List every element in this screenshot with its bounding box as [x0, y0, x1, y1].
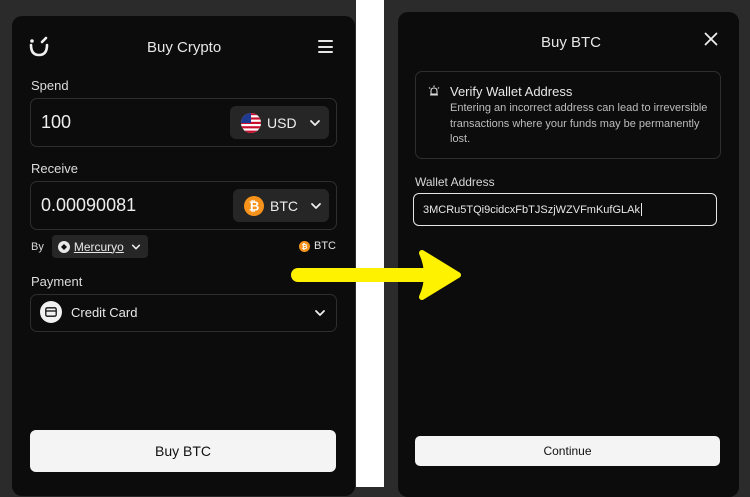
yellow-arrow-icon — [291, 250, 461, 300]
us-flag-icon — [241, 112, 261, 133]
payment-method-label: Credit Card — [71, 305, 138, 320]
by-label: By — [31, 240, 44, 253]
wallet-address-label: Wallet Address — [415, 175, 495, 189]
svg-text:₿: ₿ — [249, 199, 260, 214]
chevron-down-icon — [315, 310, 325, 316]
receive-field[interactable]: 0.00090081 ₿ BTC — [30, 181, 337, 230]
wallet-address-input[interactable]: 3MCRu5TQi9cidcxFbTJSzjWZVFmKufGLAk — [413, 193, 717, 226]
spend-amount-input[interactable]: 100 — [41, 112, 71, 133]
spend-field[interactable]: 100 USD — [30, 98, 337, 147]
verify-warning-box: Verify Wallet Address Entering an incorr… — [415, 71, 721, 159]
warning-body: Entering an incorrect address can lead t… — [450, 102, 708, 145]
credit-card-icon — [40, 301, 62, 323]
continue-button[interactable]: Continue — [415, 436, 720, 466]
receive-currency-code: BTC — [270, 197, 298, 214]
receive-label: Receive — [31, 161, 78, 176]
buy-btc-button[interactable]: Buy BTC — [30, 430, 336, 472]
page-title: Buy Crypto — [147, 39, 222, 56]
alert-bell-icon — [428, 85, 440, 96]
divider-strip — [356, 0, 384, 487]
menu-icon[interactable] — [318, 40, 333, 53]
app-logo-icon — [29, 36, 49, 57]
chevron-down-icon — [131, 244, 140, 249]
warning-title: Verify Wallet Address — [450, 84, 573, 99]
receive-amount: 0.00090081 — [41, 195, 137, 215]
dialog-title: Buy BTC — [541, 34, 602, 51]
provider-selector[interactable]: Mercuryo — [51, 235, 148, 258]
chevron-down-icon — [311, 202, 321, 209]
spend-currency-selector[interactable]: USD — [230, 106, 329, 139]
spend-currency-code: USD — [267, 114, 297, 131]
close-icon[interactable] — [704, 32, 718, 46]
bitcoin-icon: ₿ — [244, 195, 264, 216]
chevron-down-icon — [309, 119, 320, 126]
text-caret — [640, 203, 642, 216]
spend-label: Spend — [31, 78, 69, 93]
wallet-address-value: 3MCRu5TQi9cidcxFbTJSzjWZVFmKufGLAk — [423, 203, 640, 216]
receive-currency-selector[interactable]: ₿ BTC — [233, 189, 329, 222]
provider-name: Mercuryo — [73, 239, 124, 254]
mercuryo-icon — [57, 240, 70, 253]
payment-label: Payment — [31, 274, 83, 289]
provider-row: By Mercuryo — [31, 235, 148, 258]
